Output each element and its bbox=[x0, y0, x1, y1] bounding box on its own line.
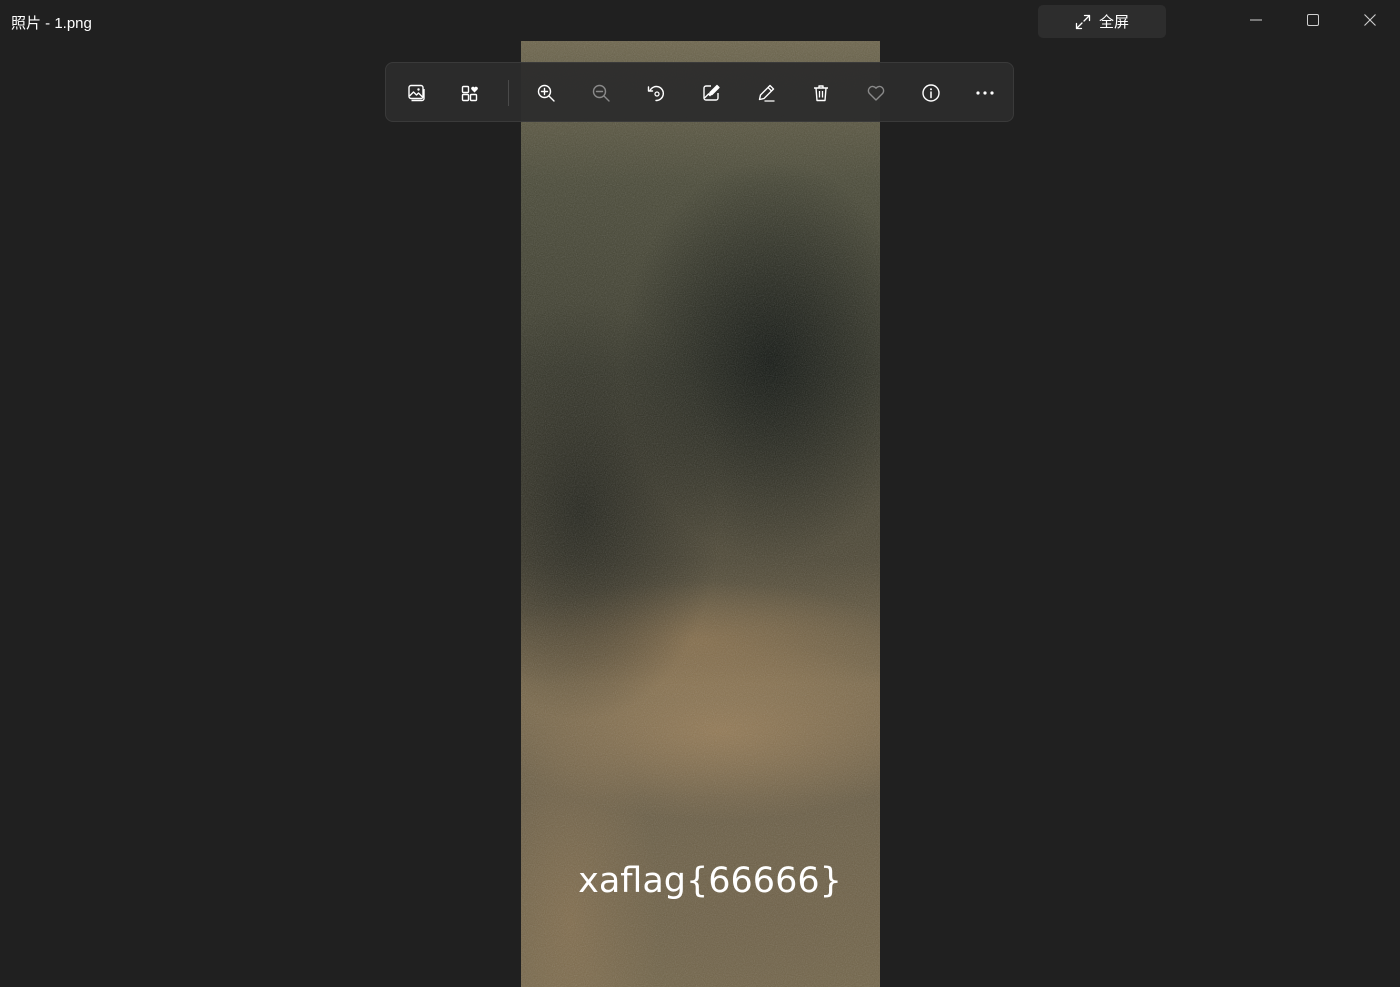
favorite-button[interactable] bbox=[856, 73, 896, 113]
rotate-button[interactable] bbox=[636, 73, 676, 113]
title-bar: 照片 - 1.png 全屏 bbox=[0, 0, 1400, 42]
photos-app-window: 照片 - 1.png 全屏 xaflag{66666} bbox=[0, 0, 1400, 987]
fullscreen-button[interactable]: 全屏 bbox=[1038, 5, 1166, 38]
more-options-button[interactable] bbox=[965, 73, 1005, 113]
close-button[interactable] bbox=[1342, 0, 1398, 40]
grid-heart-icon bbox=[461, 85, 478, 102]
zoom-in-icon bbox=[537, 84, 555, 102]
more-icon bbox=[976, 91, 994, 95]
trash-icon bbox=[814, 85, 828, 102]
zoom-in-button[interactable] bbox=[526, 73, 566, 113]
maximize-button[interactable] bbox=[1285, 0, 1341, 40]
zoom-out-button[interactable] bbox=[581, 73, 621, 113]
add-to-favorites-album-button[interactable] bbox=[450, 73, 490, 113]
draw-button[interactable] bbox=[746, 73, 786, 113]
maximize-icon bbox=[1307, 14, 1319, 26]
edit-image-button[interactable] bbox=[691, 73, 731, 113]
photo-grain bbox=[521, 41, 880, 987]
fullscreen-label: 全屏 bbox=[1098, 14, 1129, 31]
rotate-icon bbox=[647, 85, 664, 102]
minimize-button[interactable] bbox=[1228, 0, 1284, 40]
delete-button[interactable] bbox=[801, 73, 841, 113]
info-button[interactable] bbox=[911, 73, 951, 113]
view-image-button[interactable] bbox=[396, 73, 436, 113]
image-toolbar bbox=[385, 62, 1014, 122]
window-title: 照片 - 1.png bbox=[11, 15, 92, 32]
heart-icon bbox=[867, 85, 885, 101]
zoom-out-icon bbox=[592, 84, 610, 102]
image-icon bbox=[408, 84, 425, 102]
close-icon bbox=[1364, 14, 1376, 26]
expand-icon bbox=[1075, 14, 1091, 29]
photo-canvas[interactable]: xaflag{66666} bbox=[521, 41, 880, 987]
pen-icon bbox=[758, 84, 775, 102]
photo-caption-text: xaflag{66666} bbox=[578, 861, 842, 901]
edit-image-icon bbox=[703, 84, 720, 101]
toolbar-separator bbox=[508, 80, 509, 106]
info-icon bbox=[922, 84, 940, 102]
minimize-icon bbox=[1250, 19, 1262, 21]
